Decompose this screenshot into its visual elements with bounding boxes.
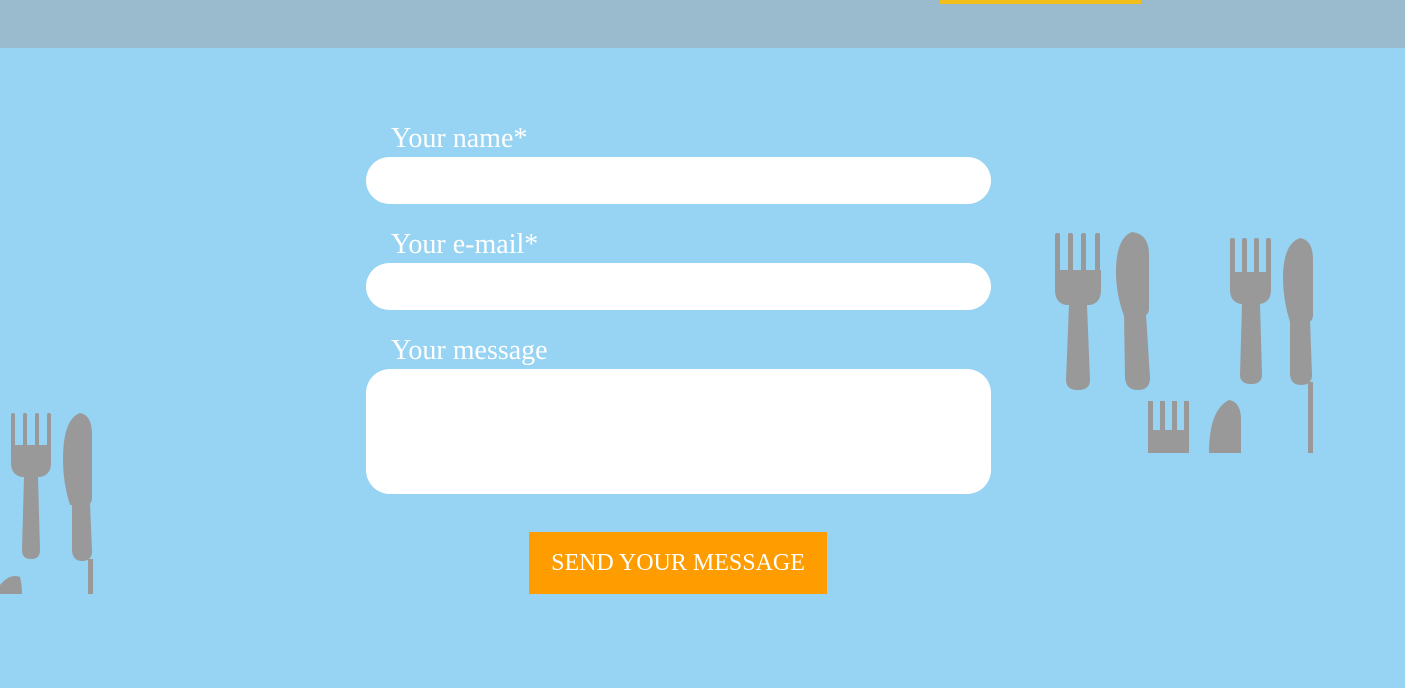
email-input[interactable] <box>366 263 991 310</box>
top-navigation-bar <box>0 0 1405 48</box>
active-nav-indicator <box>940 0 1141 4</box>
name-label: Your name* <box>391 123 528 154</box>
fork-and-knife-icon <box>0 413 93 594</box>
cutlery-pattern-left <box>0 405 93 594</box>
cutlery-pattern-right <box>1054 230 1313 453</box>
fork-and-knife-icon <box>1055 232 1313 453</box>
message-label: Your message <box>391 335 548 366</box>
message-textarea[interactable] <box>366 369 991 494</box>
email-label: Your e-mail* <box>391 229 539 260</box>
send-message-button[interactable]: SEND YOUR MESSAGE <box>529 532 827 594</box>
name-input[interactable] <box>366 157 991 204</box>
